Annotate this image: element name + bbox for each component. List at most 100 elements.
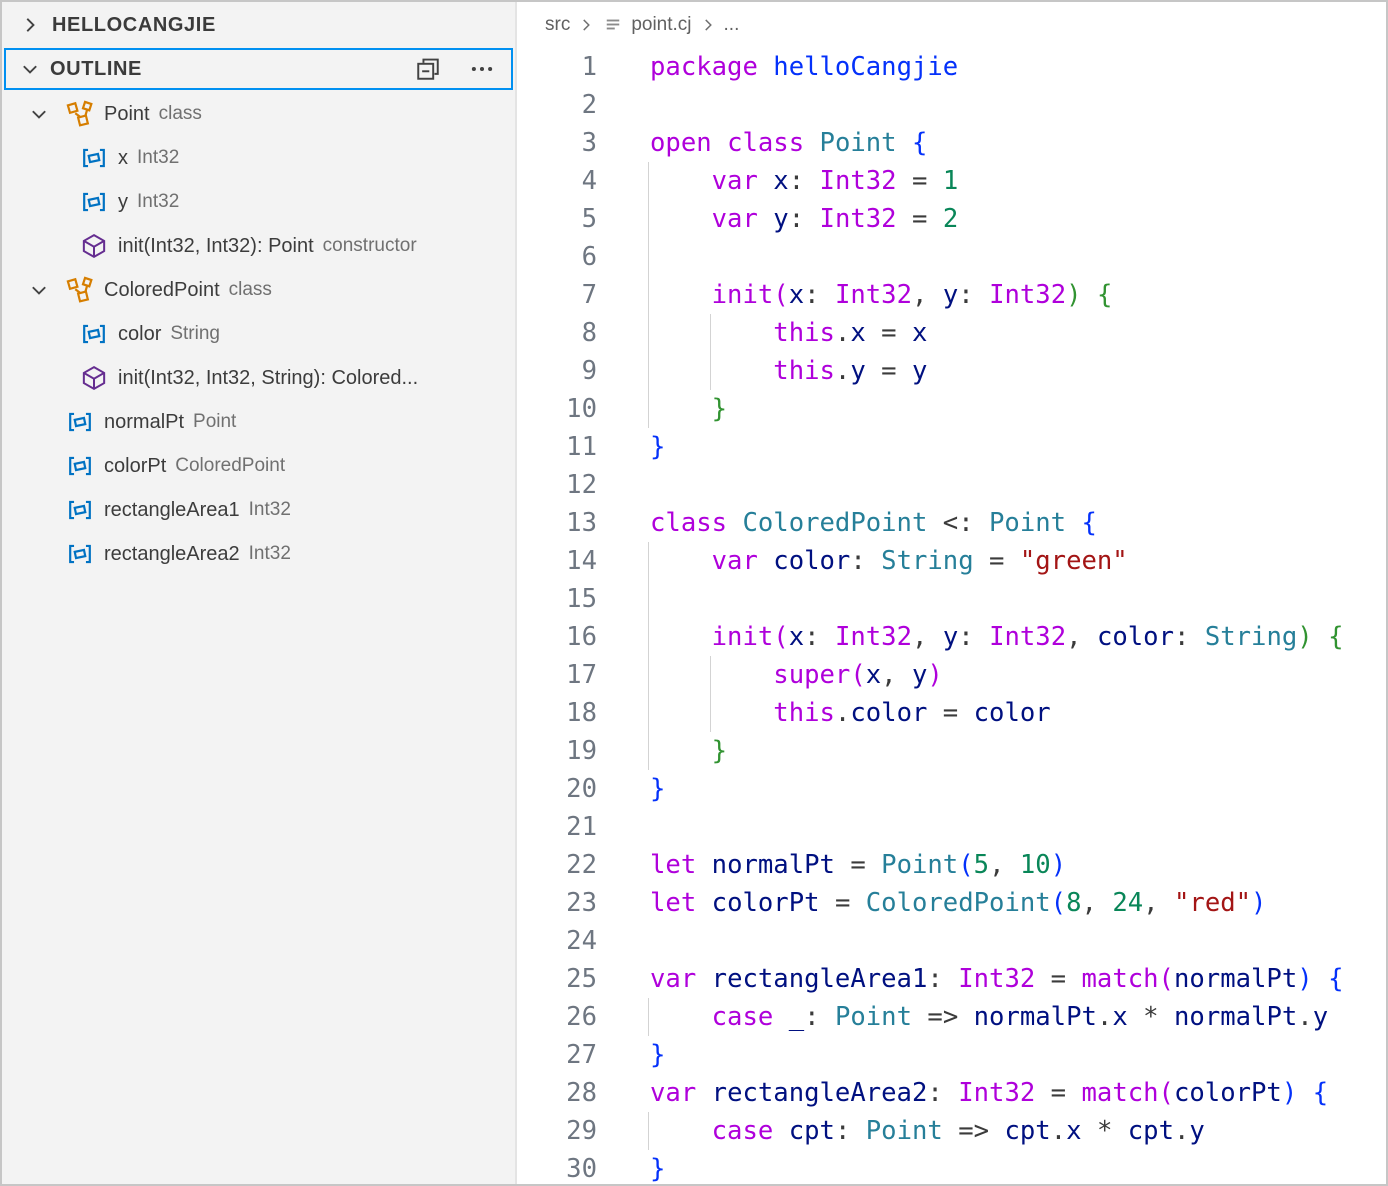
code-token: (: [1051, 888, 1066, 918]
chevron-right-icon: [576, 15, 596, 35]
outline-item[interactable]: xInt32: [2, 136, 515, 180]
code-token: [897, 128, 912, 158]
outline-item-detail: Int32: [137, 191, 179, 213]
indent-guide: [710, 656, 711, 694]
code-line[interactable]: 24: [517, 922, 1386, 960]
code-token: 24: [1112, 888, 1143, 918]
code-line[interactable]: 21: [517, 808, 1386, 846]
outline-item[interactable]: ColoredPointclass: [2, 268, 515, 312]
code-token: [696, 850, 711, 880]
code-area: 1package helloCangjie23open class Point …: [517, 48, 1386, 1184]
more-actions-button[interactable]: [465, 52, 499, 86]
outline-title: OUTLINE: [50, 58, 142, 81]
outline-item[interactable]: normalPtPoint: [2, 400, 515, 444]
code-line[interactable]: 15: [517, 580, 1386, 618]
code-line[interactable]: 2: [517, 86, 1386, 124]
code-line[interactable]: 8 this.x = x: [517, 314, 1386, 352]
outline-item-detail: class: [229, 279, 272, 301]
indent-guide: [648, 580, 649, 618]
code-line[interactable]: 22let normalPt = Point(5, 10): [517, 846, 1386, 884]
code-line[interactable]: 16 init(x: Int32, y: Int32, color: Strin…: [517, 618, 1386, 656]
code-line[interactable]: 30}: [517, 1150, 1386, 1184]
code-token: 1: [943, 166, 958, 196]
code-line[interactable]: 29 case cpt: Point => cpt.x * cpt.y: [517, 1112, 1386, 1150]
code-token: =: [866, 318, 912, 348]
code-line[interactable]: 10 }: [517, 390, 1386, 428]
chevron-right-icon: [698, 15, 718, 35]
code-token: .: [1174, 1116, 1189, 1146]
indent-guide: [648, 276, 649, 314]
code-text: this.y = y: [650, 352, 1386, 390]
code-token: :: [789, 204, 820, 234]
code-line[interactable]: 20}: [517, 770, 1386, 808]
code-token: (: [773, 280, 788, 310]
code-token: (: [850, 660, 865, 690]
outline-item[interactable]: init(Int32, Int32, String): Colored...: [2, 356, 515, 400]
code-token: }: [650, 432, 665, 462]
code-line[interactable]: 5 var y: Int32 = 2: [517, 200, 1386, 238]
outline-section-header[interactable]: OUTLINE: [4, 48, 513, 90]
breadcrumb-item-file[interactable]: point.cj: [602, 14, 691, 36]
code-token: :: [927, 1078, 958, 1108]
code-line[interactable]: 26 case _: Point => normalPt.x * normalP…: [517, 998, 1386, 1036]
breadcrumb-item-more[interactable]: ...: [724, 14, 740, 36]
code-token: cpt: [789, 1116, 835, 1146]
code-token: =>: [912, 1002, 974, 1032]
code-line[interactable]: 17 super(x, y): [517, 656, 1386, 694]
code-token: init: [712, 280, 774, 310]
outline-item-label: colorPt: [104, 455, 166, 478]
indent-guide: [648, 314, 649, 352]
code-line[interactable]: 14 var color: String = "green": [517, 542, 1386, 580]
code-token: ,: [912, 622, 943, 652]
code-token: Int32: [820, 166, 897, 196]
code-line[interactable]: 23let colorPt = ColoredPoint(8, 24, "red…: [517, 884, 1386, 922]
code-line[interactable]: 28var rectangleArea2: Int32 = match(colo…: [517, 1074, 1386, 1112]
code-line[interactable]: 1package helloCangjie: [517, 48, 1386, 86]
chevron-down-icon[interactable]: [28, 103, 50, 125]
code-line[interactable]: 12: [517, 466, 1386, 504]
code-token: "red": [1174, 888, 1251, 918]
code-token: [1297, 1078, 1312, 1108]
explorer-section-header[interactable]: HELLOCANGJIE: [2, 2, 515, 48]
outline-item[interactable]: yInt32: [2, 180, 515, 224]
code-line[interactable]: 19 }: [517, 732, 1386, 770]
code-line[interactable]: 6: [517, 238, 1386, 276]
code-token: .: [1097, 1002, 1112, 1032]
indent-guide: [648, 352, 649, 390]
chevron-down-icon: [18, 57, 42, 81]
line-number: 26: [517, 998, 597, 1036]
code-token: var: [712, 166, 758, 196]
chevron-down-icon[interactable]: [28, 279, 50, 301]
outline-item[interactable]: rectangleArea1Int32: [2, 488, 515, 532]
outline-item-label: Point: [104, 103, 150, 126]
indent-guide: [710, 694, 711, 732]
file-icon: [602, 14, 624, 36]
code-line[interactable]: 9 this.y = y: [517, 352, 1386, 390]
code-token: :: [958, 622, 989, 652]
code-token: match: [1082, 1078, 1159, 1108]
code-token: [650, 546, 712, 576]
code-line[interactable]: 13class ColoredPoint <: Point {: [517, 504, 1386, 542]
outline-item[interactable]: colorString: [2, 312, 515, 356]
outline-item[interactable]: Pointclass: [2, 92, 515, 136]
line-number: 2: [517, 86, 597, 124]
code-line[interactable]: 27}: [517, 1036, 1386, 1074]
outline-item-label: rectangleArea2: [104, 543, 240, 566]
code-line[interactable]: 25var rectangleArea1: Int32 = match(norm…: [517, 960, 1386, 998]
code-token: }: [650, 774, 665, 804]
outline-item[interactable]: init(Int32, Int32): Pointconstructor: [2, 224, 515, 268]
line-number: 15: [517, 580, 597, 618]
code-line[interactable]: 4 var x: Int32 = 1: [517, 162, 1386, 200]
code-token: cpt: [1128, 1116, 1174, 1146]
code-token: [758, 204, 773, 234]
code-token: y: [943, 622, 958, 652]
code-line[interactable]: 18 this.color = color: [517, 694, 1386, 732]
breadcrumb-item-folder[interactable]: src: [545, 14, 570, 36]
collapse-all-button[interactable]: [411, 52, 445, 86]
code-line[interactable]: 11}: [517, 428, 1386, 466]
code-line[interactable]: 7 init(x: Int32, y: Int32) {: [517, 276, 1386, 314]
code-line[interactable]: 3open class Point {: [517, 124, 1386, 162]
outline-item[interactable]: colorPtColoredPoint: [2, 444, 515, 488]
outline-item[interactable]: rectangleArea2Int32: [2, 532, 515, 576]
code-token: init: [712, 622, 774, 652]
